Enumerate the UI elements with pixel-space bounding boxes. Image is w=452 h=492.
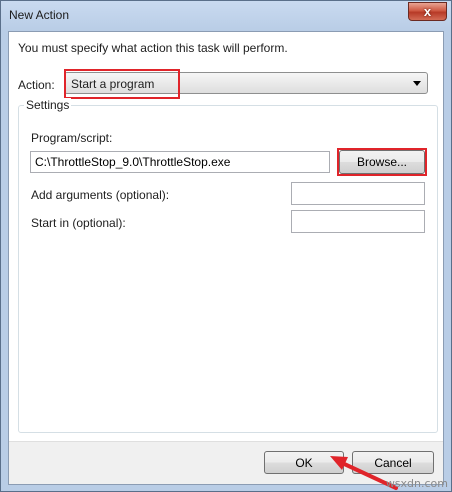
chevron-down-icon [413, 81, 421, 86]
close-button[interactable]: x [408, 2, 447, 21]
window-title: New Action [9, 8, 70, 22]
title-bar[interactable]: New Action x [1, 1, 451, 31]
action-label: Action: [18, 78, 55, 92]
start-in-label: Start in (optional): [31, 216, 126, 230]
action-dropdown-value: Start a program [71, 77, 155, 91]
close-icon: x [423, 4, 432, 19]
instruction-text: You must specify what action this task w… [18, 41, 288, 55]
settings-legend: Settings [24, 98, 72, 112]
program-script-label: Program/script: [31, 131, 113, 145]
add-arguments-input[interactable] [291, 182, 425, 205]
dialog-body: You must specify what action this task w… [8, 31, 444, 485]
watermark-text: wsxdn.com [385, 477, 448, 490]
action-dropdown[interactable]: Start a program [64, 72, 428, 94]
new-action-window: New Action x You must specify what actio… [0, 0, 452, 492]
start-in-input[interactable] [291, 210, 425, 233]
settings-group: Settings Program/script: Browse... Add a… [18, 98, 438, 433]
program-script-input[interactable] [30, 151, 330, 173]
browse-button[interactable]: Browse... [339, 150, 425, 174]
add-arguments-label: Add arguments (optional): [31, 188, 170, 202]
